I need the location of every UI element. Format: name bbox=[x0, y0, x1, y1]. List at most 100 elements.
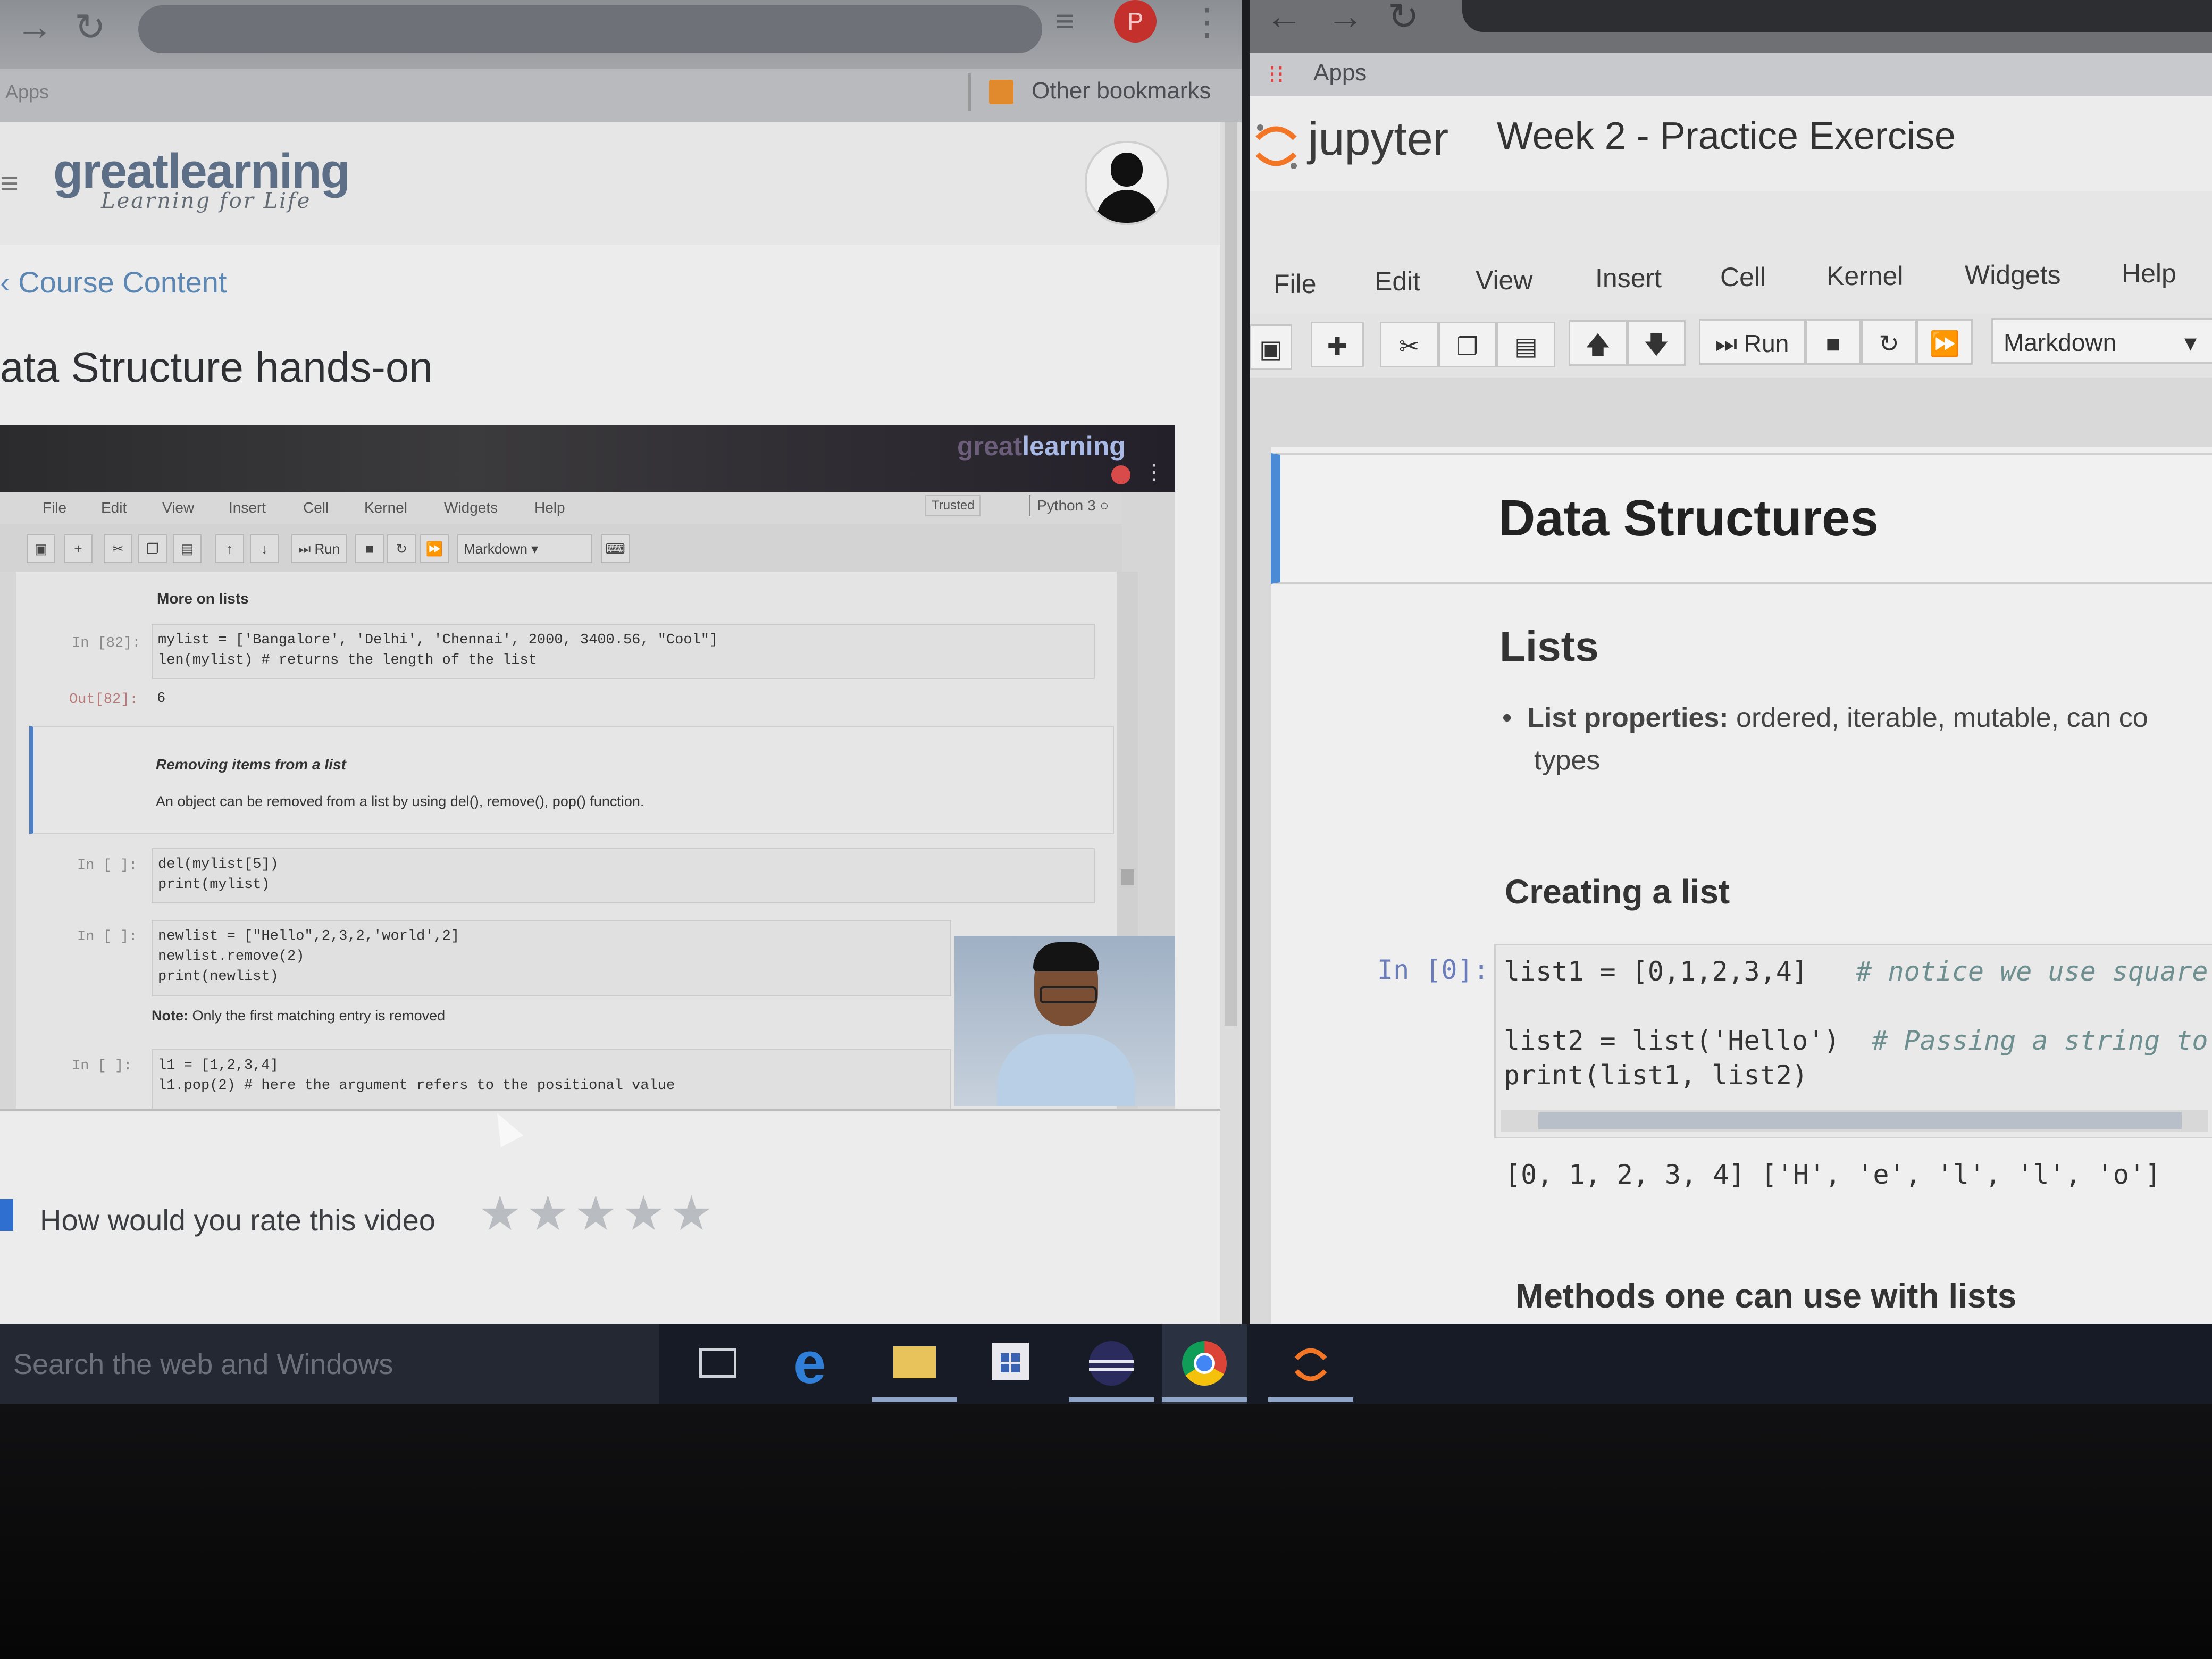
apps-bookmark[interactable]: Apps bbox=[1313, 60, 1367, 86]
code-comment: # Passing a string to bbox=[1872, 1025, 2208, 1056]
menu-widgets[interactable]: Widgets bbox=[1965, 259, 2061, 290]
video-menu-view: View bbox=[162, 499, 195, 516]
reload-icon[interactable]: ↻ bbox=[74, 5, 106, 49]
apps-grid-icon[interactable]: ⁝⁝ bbox=[1268, 60, 1285, 89]
video-code-cell-pop: l1 = [1,2,3,4] l1.pop(2) # here the argu… bbox=[152, 1049, 951, 1109]
heading-lists: Lists bbox=[1499, 623, 1599, 670]
right-browser-window: ← → ↻ ⁝⁝ Apps jupyter Week 2 - Practice … bbox=[1250, 0, 2212, 1324]
reload-icon[interactable]: ↻ bbox=[1388, 0, 1419, 38]
profile-avatar[interactable]: P bbox=[1114, 0, 1157, 43]
menu-cell[interactable]: Cell bbox=[1720, 262, 1766, 292]
jupyter-wordmark[interactable]: jupyter bbox=[1308, 112, 1448, 166]
video-chevron-down-icon: ▾ bbox=[531, 541, 539, 557]
move-up-icon[interactable]: 🡅 bbox=[1569, 320, 1627, 366]
video-paste-icon: ▤ bbox=[173, 534, 202, 563]
video-brand-learning: learning bbox=[1022, 431, 1126, 461]
notebook-title[interactable]: Week 2 - Practice Exercise bbox=[1497, 114, 1956, 158]
run-icon: ⏭ bbox=[1715, 330, 1744, 357]
code-horizontal-scrollbar[interactable] bbox=[1501, 1110, 2208, 1132]
chrome-icon[interactable] bbox=[1162, 1324, 1247, 1404]
star-icon[interactable]: ★ bbox=[622, 1186, 665, 1242]
left-address-bar[interactable] bbox=[138, 5, 1042, 53]
store-icon[interactable] bbox=[968, 1324, 1053, 1404]
fast-forward-icon[interactable]: ⏩ bbox=[1917, 319, 1973, 365]
breadcrumb[interactable]: ‹ Course Content bbox=[0, 265, 227, 299]
video-code-line: newlist = ["Hello",2,3,2,'world',2] bbox=[158, 928, 460, 944]
star-icon[interactable]: ★ bbox=[574, 1186, 617, 1242]
breadcrumb-label[interactable]: Course Content bbox=[18, 265, 227, 299]
video-run-label: Run bbox=[314, 541, 340, 557]
video-notebook-toolbar: ▣ + ✂ ❐ ▤ ↑ ↓ ⏭ Run ■ ↻ ⏩ Markdown ▾ ⌨ bbox=[0, 524, 1122, 572]
rating-prompt: How would you rate this video bbox=[40, 1203, 435, 1237]
video-notebook-menubar: File Edit View Insert Cell Kernel Widget… bbox=[0, 492, 1122, 524]
cell-type-select[interactable]: Markdown ▾ bbox=[1991, 318, 2212, 364]
forward-icon[interactable]: → bbox=[16, 5, 53, 48]
video-md-title: Removing items from a list bbox=[156, 756, 346, 773]
paste-icon[interactable]: ▤ bbox=[1497, 322, 1555, 367]
star-icon[interactable]: ★ bbox=[479, 1186, 522, 1242]
menu-file[interactable]: File bbox=[1273, 269, 1317, 299]
video-note-text: Only the first matching entry is removed bbox=[188, 1008, 446, 1024]
video-fast-forward-icon: ⏩ bbox=[420, 534, 449, 563]
video-celltype-label: Markdown bbox=[464, 541, 527, 557]
selected-markdown-cell[interactable]: Data Structures bbox=[1271, 453, 2212, 584]
instructor-webcam-image bbox=[954, 936, 1175, 1106]
video-code-line: print(mylist) bbox=[158, 877, 270, 893]
video-menu-insert: Insert bbox=[229, 499, 266, 516]
menu-kernel[interactable]: Kernel bbox=[1826, 261, 1904, 291]
menu-help[interactable]: Help bbox=[2122, 258, 2176, 289]
more-menu-icon[interactable]: ⋮ bbox=[1188, 0, 1226, 44]
save-icon[interactable]: ▣ bbox=[1250, 324, 1292, 370]
edge-icon[interactable]: e bbox=[771, 1324, 856, 1404]
video-bottom-border bbox=[0, 1109, 1220, 1111]
apps-bookmark[interactable]: Apps bbox=[5, 81, 49, 103]
add-cell-icon[interactable]: ✚ bbox=[1311, 322, 1364, 367]
task-view-icon[interactable] bbox=[675, 1324, 760, 1404]
taskbar-search[interactable]: Search the web and Windows bbox=[0, 1324, 659, 1404]
stop-icon[interactable]: ■ bbox=[1805, 319, 1861, 365]
eclipse-icon[interactable] bbox=[1069, 1324, 1154, 1404]
cast-icon[interactable]: ≡ bbox=[1055, 3, 1074, 39]
video-copy-icon: ❐ bbox=[138, 534, 167, 563]
cut-icon[interactable]: ✂ bbox=[1380, 322, 1438, 367]
menu-view[interactable]: View bbox=[1476, 265, 1532, 296]
video-code-line: newlist.remove(2) bbox=[158, 949, 305, 965]
jupyter-logo-icon[interactable] bbox=[1252, 117, 1300, 175]
copy-icon[interactable]: ❐ bbox=[1438, 322, 1497, 367]
restart-icon[interactable]: ↻ bbox=[1861, 319, 1917, 365]
video-out-prompt: Out[82]: bbox=[69, 692, 138, 708]
video-run-button: ⏭ Run bbox=[291, 534, 347, 563]
video-menu-edit: Edit bbox=[101, 499, 127, 516]
other-bookmarks[interactable]: Other bookmarks bbox=[1032, 78, 1211, 104]
star-icon[interactable]: ★ bbox=[670, 1186, 713, 1242]
video-player[interactable]: greatlearning ⋮ File Edit View Insert Ce… bbox=[0, 425, 1175, 1109]
video-menu-kernel: Kernel bbox=[364, 499, 407, 516]
code-line: list2 = list('Hello') # Passing a string… bbox=[1504, 1025, 2208, 1056]
file-explorer-icon[interactable] bbox=[872, 1324, 957, 1404]
cell-output: [0, 1, 2, 3, 4] ['H', 'e', 'l', 'l', 'o'… bbox=[1505, 1159, 2161, 1190]
hamburger-icon[interactable]: ≡ bbox=[0, 165, 19, 202]
bullet-text: ordered, iterable, mutable, can co bbox=[1728, 702, 2148, 733]
video-menu-icon[interactable]: ⋮ bbox=[1143, 460, 1164, 484]
move-down-icon[interactable]: 🡇 bbox=[1627, 320, 1686, 366]
code-cell[interactable]: list1 = [0,1,2,3,4] # notice we use squa… bbox=[1494, 944, 2212, 1138]
menu-edit[interactable]: Edit bbox=[1375, 266, 1420, 297]
video-kernel-idle-icon: ○ bbox=[1100, 497, 1109, 514]
folder-icon bbox=[989, 80, 1013, 104]
right-address-bar[interactable] bbox=[1462, 0, 2212, 32]
menu-insert[interactable]: Insert bbox=[1595, 263, 1662, 294]
page-scrollbar[interactable] bbox=[1220, 122, 1242, 1324]
star-icon[interactable]: ★ bbox=[526, 1186, 569, 1242]
jupyter-header: jupyter Week 2 - Practice Exercise bbox=[1250, 96, 2212, 191]
forward-icon[interactable]: → bbox=[1327, 0, 1364, 37]
user-avatar-icon[interactable] bbox=[1085, 141, 1169, 225]
jupyter-icon[interactable] bbox=[1268, 1324, 1353, 1404]
code-line: list1 = [0,1,2,3,4] # notice we use squa… bbox=[1504, 956, 2208, 987]
back-icon[interactable]: ← bbox=[1266, 0, 1303, 37]
video-code-line: l1.pop(2) # here the argument refers to … bbox=[158, 1076, 675, 1096]
window-divider[interactable] bbox=[1242, 0, 1250, 1324]
video-menu-widgets: Widgets bbox=[444, 499, 498, 516]
video-run-icon: ⏭ bbox=[298, 541, 315, 557]
run-button[interactable]: ⏭ Run bbox=[1699, 319, 1805, 365]
video-code-line: print(newlist) bbox=[158, 969, 279, 985]
